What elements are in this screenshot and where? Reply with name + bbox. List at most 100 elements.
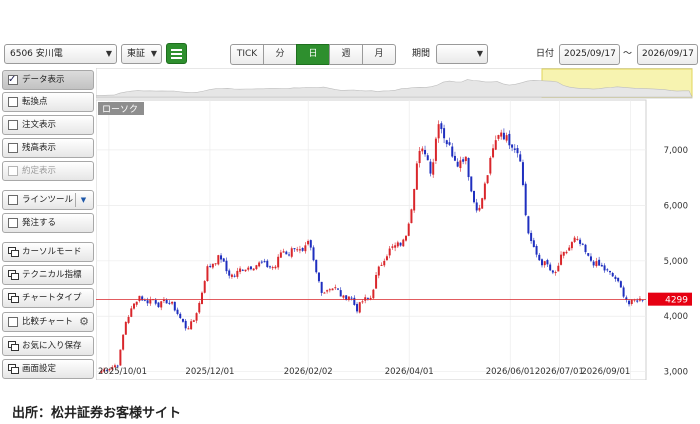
candle-body [307,240,310,245]
candle-body [269,266,271,268]
x-tick-label: 2026/02/02 [284,367,333,377]
sidebar-item-label: 画面設定 [22,364,57,374]
candle-body [228,270,231,276]
candle-body [309,240,312,248]
candle-body [513,148,516,150]
toggle-line-tool[interactable]: ラインツール ▼ [2,190,94,210]
candle-body [285,251,288,255]
interval-tick-button[interactable]: TICK [230,44,264,65]
price-chart[interactable]: 3,000 4,000 5,000 6,000 7,000 2025/10/01 2025… [96,68,694,380]
candle-body [244,269,247,272]
candle-body [413,189,416,211]
candle-body [478,207,481,211]
candle-body [589,256,592,261]
candle-body [440,123,443,130]
candle-body [407,223,410,236]
candle-body [383,260,386,266]
candlestick-chart-svg[interactable]: 3,000 4,000 5,000 6,000 7,000 2025/10/01 2025… [96,68,694,380]
chevron-down-icon[interactable]: ▼ [75,193,91,207]
candle-body [579,239,582,244]
toggle-execution-display[interactable]: 約定表示 [2,161,94,181]
candle-body [405,235,407,241]
screen-settings-button[interactable]: 画面設定 [2,359,94,379]
interval-day-button[interactable]: 日 [296,44,330,65]
candle-body [519,154,522,162]
toggle-data-display[interactable]: ✓ データ表示 [2,70,94,90]
candle-body [530,232,533,241]
gear-icon[interactable]: ⚙ [79,313,89,331]
candle-body [220,255,223,260]
candle-body [600,264,603,267]
date-from-input[interactable]: 2025/09/17 [559,44,620,65]
candle-body [470,176,473,192]
candle-body [353,297,356,305]
toggle-balance-display[interactable]: 残高表示 [2,138,94,158]
last-price-label: 4299 [665,296,688,306]
sidebar-item-label: 発注する [22,218,57,228]
candle-body [434,138,437,161]
symbol-select[interactable]: 6506 安川電 ▼ [4,44,117,64]
sidebar-item-label: 約定表示 [22,166,57,176]
candle-body [453,155,456,161]
candle-body [135,301,138,305]
candle-body [595,261,598,267]
sidebar-item-label: 残高表示 [22,143,57,153]
interval-month-button[interactable]: 月 [362,44,396,65]
toggle-compare-chart[interactable]: 比較チャート ⚙ [2,312,94,332]
toggle-turning-points[interactable]: 転換点 [2,92,94,112]
sidebar-item-label: 転換点 [22,97,48,107]
checkbox-icon [8,143,18,153]
candle-body [611,273,614,277]
candle-body [497,135,500,139]
toggle-order-display[interactable]: 注文表示 [2,115,94,135]
candle-body [247,267,250,270]
candle-body [494,140,497,150]
candle-body [195,313,198,321]
market-select[interactable]: 東証 ▼ [121,44,162,64]
chart-type-button[interactable]: チャートタイプ [2,288,94,308]
candle-body [304,245,307,252]
date-to-input[interactable]: 2026/09/17 [637,44,698,65]
candle-body [187,328,190,330]
candle-body [456,161,459,167]
candle-body [410,209,413,224]
chevron-down-icon: ▼ [150,49,157,58]
candle-body [127,316,130,323]
sidebar-item-label: データ表示 [22,75,65,85]
candle-body [380,264,383,266]
candle-body [255,265,258,270]
window-icon [8,293,19,303]
toggle-place-order[interactable]: 発注する [2,213,94,233]
save-favorite-button[interactable]: お気に入り保存 [2,336,94,356]
candle-body [421,148,424,152]
candle-body [399,242,402,246]
candle-body [173,301,176,311]
interval-minute-button[interactable]: 分 [263,44,297,65]
period-select[interactable]: ▼ [436,44,488,64]
candle-body [565,251,568,254]
candle-body [138,295,141,301]
candle-body [541,259,543,266]
checkbox-icon [8,97,18,107]
candle-body [176,309,179,314]
cursor-mode-button[interactable]: カーソルモード [2,242,94,262]
candle-body [301,247,304,251]
x-tick-label: 2026/04/01 [385,367,434,377]
candle-body [230,274,233,277]
candle-body [396,242,399,247]
technical-indicators-button[interactable]: テクニカル指標 [2,265,94,285]
candle-body [296,249,299,251]
candle-body [372,289,375,299]
candle-body [424,149,427,155]
candle-body [361,301,364,303]
candle-body [192,320,195,322]
list-menu-button[interactable] [166,43,187,64]
candle-body [459,160,462,169]
window-icon [8,364,19,374]
candle-body [598,259,601,266]
interval-week-button[interactable]: 週 [329,44,363,65]
candle-body [217,255,220,265]
candle-body [236,270,239,277]
candle-body [437,124,440,139]
candle-body [356,304,359,312]
